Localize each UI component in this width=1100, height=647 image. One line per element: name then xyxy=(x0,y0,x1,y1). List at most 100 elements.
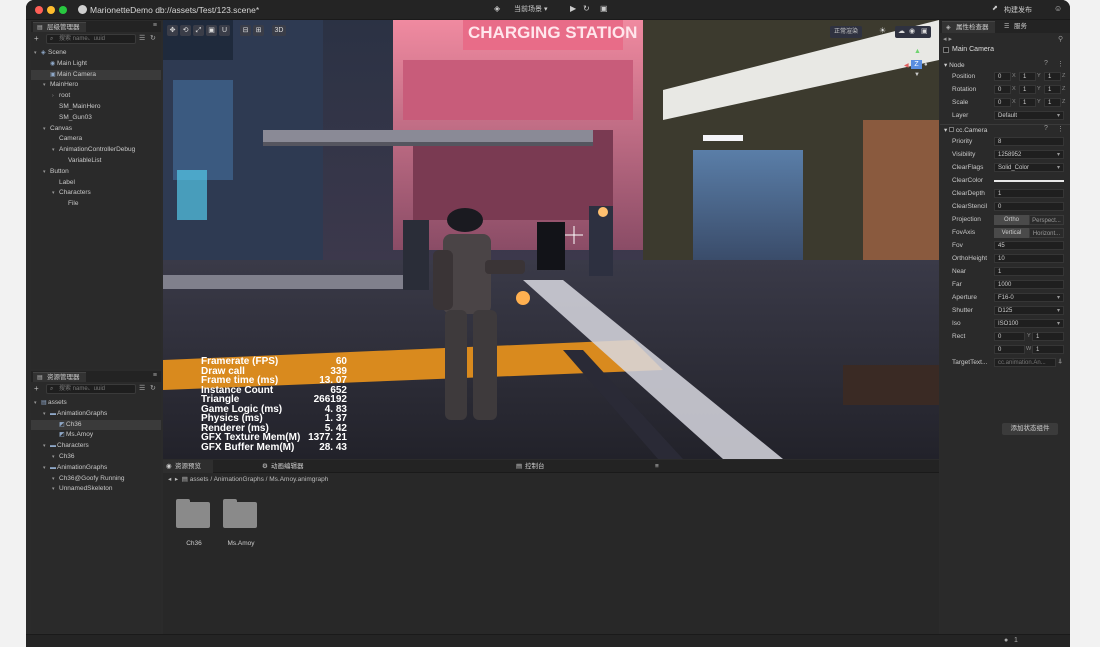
chevron-icon[interactable]: ▾ xyxy=(43,409,50,419)
tab-console[interactable]: ▤ 控制台 xyxy=(513,460,553,473)
cloud-icon[interactable]: ☁ xyxy=(898,27,905,35)
forward-icon[interactable]: ▸ xyxy=(175,476,178,483)
render-mode-select[interactable]: 正常渲染 xyxy=(830,26,863,38)
tree-item[interactable]: ◩Ch36 xyxy=(31,419,161,430)
tree-item[interactable]: ▾ ▬Characters xyxy=(31,441,161,451)
minimize-window-button[interactable] xyxy=(47,6,55,14)
chevron-icon[interactable]: ▾ xyxy=(52,474,59,484)
tree-item[interactable]: ◉ Main Light xyxy=(31,59,161,69)
prop-select[interactable]: F16-0 xyxy=(994,293,1064,302)
transform-y-field[interactable]: 1 xyxy=(1019,72,1036,81)
active-checkbox[interactable] xyxy=(943,47,949,53)
tree-item[interactable]: ▣Main Camera xyxy=(31,69,161,80)
account-icon[interactable]: ☺ xyxy=(1054,4,1062,13)
node-section-header[interactable]: ▾ Node xyxy=(944,60,965,71)
prop-select[interactable]: Solid_Color xyxy=(994,163,1064,172)
tool-button[interactable]: ✥ xyxy=(167,25,178,36)
breadcrumb-path[interactable]: assets / AnimationGraphs / Ms.Amoy.animg… xyxy=(190,476,329,483)
orientation-gizmo[interactable]: ▲ ◀ Z ● ▼ xyxy=(904,48,929,84)
add-component-button[interactable]: 添加状态组件 xyxy=(1002,423,1058,435)
transform-x-field[interactable]: 0 xyxy=(994,72,1011,81)
prop-select[interactable]: D125 xyxy=(994,306,1064,315)
refresh-icon[interactable]: ↻ xyxy=(150,34,156,42)
segment-option[interactable]: Vertical xyxy=(994,228,1029,238)
transform-z-field[interactable]: 1 xyxy=(1044,72,1061,81)
prop-input[interactable]: 0 xyxy=(994,202,1064,211)
prop-input[interactable]: 45 xyxy=(994,241,1064,250)
more-icon[interactable]: ⋮ xyxy=(1057,60,1064,68)
tree-item[interactable]: ▾ ◈ Scene xyxy=(31,48,161,58)
tree-item[interactable]: ▾ ▬AnimationGraphs xyxy=(31,463,161,473)
add-asset-icon[interactable]: + xyxy=(34,384,39,393)
tree-item[interactable]: › root xyxy=(31,91,161,101)
camera-section-header[interactable]: ▾ cc.Camera xyxy=(944,125,987,136)
hierarchy-search-input[interactable]: ⌕ 搜索 name、uuid xyxy=(46,34,136,44)
chevron-icon[interactable]: ▾ xyxy=(43,463,50,473)
more-icon[interactable]: ⋮ xyxy=(1057,125,1064,133)
tree-item[interactable]: Camera xyxy=(31,134,161,144)
tree-item[interactable]: ▾ MainHero xyxy=(31,80,161,90)
chevron-icon[interactable]: ▾ xyxy=(52,452,59,462)
lock-icon[interactable]: ⚲ xyxy=(1058,35,1063,43)
tool-button[interactable]: ⊟ xyxy=(240,25,251,36)
scene-viewport[interactable]: CHARGING STATION ✥ ⟲ ⤢ ▣ U ⊟ ⊞ 3D 正常渲染 ☀… xyxy=(163,20,939,459)
tree-item[interactable]: ▾ ▬AnimationGraphs xyxy=(31,409,161,419)
rect-w[interactable]: 0 xyxy=(994,345,1025,354)
chevron-icon[interactable]: ▾ xyxy=(43,167,50,177)
target-texture-field[interactable]: cc.animation.An... xyxy=(994,358,1056,367)
prop-input[interactable]: 8 xyxy=(994,137,1064,146)
eye-icon[interactable]: ◉ xyxy=(909,27,915,35)
tab-animation-editor[interactable]: ⚙ 动画编辑器 xyxy=(259,460,319,473)
transform-y-field[interactable]: 1 xyxy=(1019,98,1036,107)
refresh-icon[interactable]: ↻ xyxy=(583,4,590,13)
tree-item[interactable]: ▾ Button xyxy=(31,167,161,177)
prop-input[interactable]: 1000 xyxy=(994,280,1064,289)
tree-item[interactable]: ▾ Characters xyxy=(31,188,161,198)
chevron-icon[interactable]: › xyxy=(52,91,59,101)
rect-x[interactable]: 0 xyxy=(994,332,1025,341)
chevron-icon[interactable]: ▾ xyxy=(52,145,59,155)
pick-icon[interactable]: ⍋ xyxy=(1058,358,1062,366)
tool-button[interactable]: ⟲ xyxy=(180,25,191,36)
chevron-icon[interactable]: ▾ xyxy=(43,80,50,90)
tree-item[interactable]: Label xyxy=(31,178,161,188)
segment-option[interactable]: Horizont... xyxy=(1029,228,1064,238)
prop-select[interactable]: 1258952 xyxy=(994,150,1064,159)
tool-button[interactable]: ⊞ xyxy=(253,25,264,36)
transform-x-field[interactable]: 0 xyxy=(994,98,1011,107)
tab-inspector[interactable]: ◈ 属性检查器 xyxy=(942,21,995,33)
menu-icon[interactable]: ≡ xyxy=(651,460,663,473)
rect-h[interactable]: 1 xyxy=(1032,345,1064,354)
tree-item[interactable]: ▾ AnimationControllerDebug xyxy=(31,145,161,155)
camera-checkbox[interactable] xyxy=(949,127,955,132)
transform-z-field[interactable]: 1 xyxy=(1044,85,1061,94)
tree-item[interactable]: ▾ Ch36 xyxy=(31,452,161,462)
assets-search-input[interactable]: ⌕ 搜索 name、uuid xyxy=(46,384,136,394)
collapse-all-icon[interactable]: ☰ xyxy=(139,34,145,42)
publish-button[interactable]: 构建发布 xyxy=(1004,5,1032,15)
tree-item[interactable]: VariableList xyxy=(31,156,161,166)
notification-icon[interactable]: ● xyxy=(1004,637,1008,644)
tree-item[interactable]: ▾ ▤assets xyxy=(31,398,161,408)
zoom-window-button[interactable] xyxy=(59,6,67,14)
chevron-icon[interactable]: ▾ xyxy=(52,188,59,198)
chevron-icon[interactable]: ▾ xyxy=(34,48,41,58)
tree-item[interactable]: SM_Gun03 xyxy=(31,113,161,123)
light-icon[interactable]: ☀ xyxy=(879,26,886,35)
tree-item[interactable]: ▾ Canvas xyxy=(31,124,161,134)
tree-item[interactable]: ▾ UnnamedSkeleton xyxy=(31,484,161,494)
prop-input[interactable]: 1 xyxy=(994,189,1064,198)
node-name[interactable]: Main Camera xyxy=(952,46,994,53)
segment-option[interactable]: Perspect... xyxy=(1029,215,1064,225)
color-swatch[interactable] xyxy=(994,180,1064,182)
tool-button[interactable]: ⤢ xyxy=(193,25,204,36)
transform-z-field[interactable]: 1 xyxy=(1044,98,1061,107)
segment-option[interactable]: Ortho xyxy=(994,215,1029,225)
chevron-icon[interactable]: ▾ xyxy=(43,441,50,451)
chevron-icon[interactable]: ▾ xyxy=(52,484,59,494)
chevron-icon[interactable]: ▾ xyxy=(43,124,50,134)
tool-button[interactable]: 3D xyxy=(272,25,286,36)
tool-button[interactable]: U xyxy=(219,25,230,36)
help-icon[interactable]: ? xyxy=(1044,60,1048,67)
tree-item[interactable]: ▾ Ch36@Goofy Running xyxy=(31,474,161,484)
